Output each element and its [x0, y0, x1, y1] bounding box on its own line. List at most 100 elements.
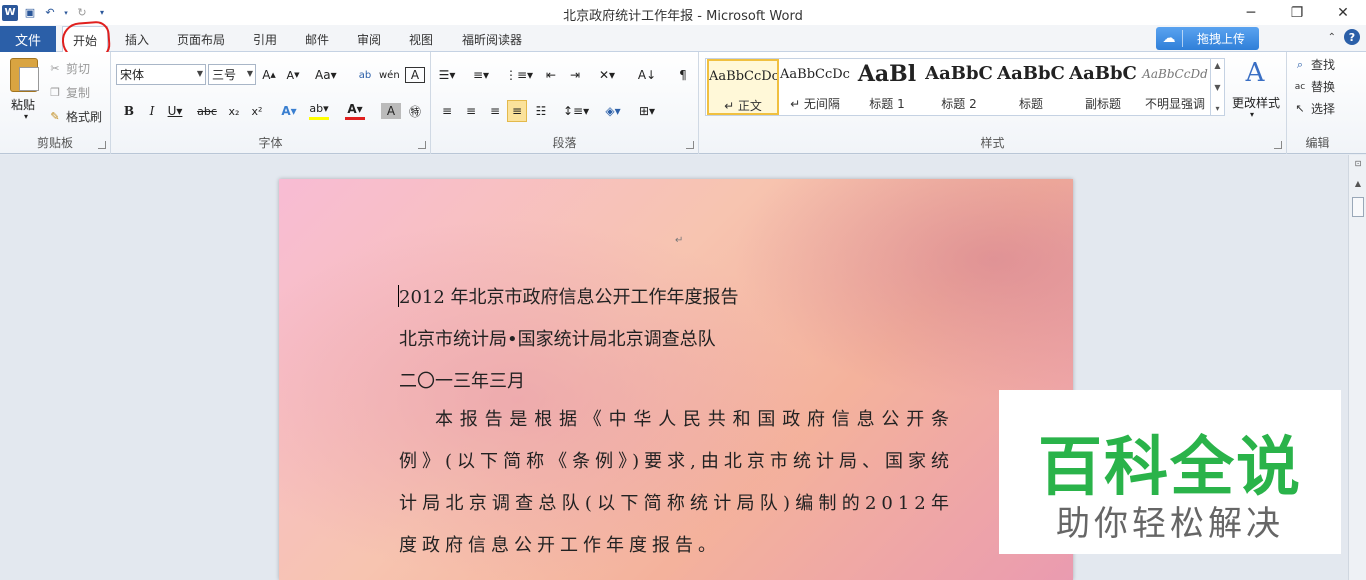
- doc-date-line[interactable]: 二〇一三年三月: [399, 367, 525, 393]
- font-color-button[interactable]: A▾: [345, 100, 365, 120]
- replace-label: 替换: [1311, 80, 1336, 94]
- tab-file[interactable]: 文件: [0, 26, 56, 52]
- change-case-button[interactable]: Aa▾: [315, 64, 337, 86]
- font-size-combo[interactable]: 三号 ▼: [208, 64, 256, 85]
- doc-body-paragraph[interactable]: 本报告是根据《中华人民共和国政府信息公开条例》(以下简称《条例》)要求,由北京市…: [399, 399, 954, 567]
- ruler-toggle-icon[interactable]: ⊡: [1352, 159, 1364, 171]
- vertical-scrollbar[interactable]: ⊡ ▲: [1348, 155, 1366, 580]
- gallery-scroll[interactable]: ▲ ▼ ▾: [1210, 59, 1224, 115]
- style-sample: AaBbCcDc: [780, 67, 850, 82]
- highlight-button[interactable]: ab▾: [309, 100, 329, 120]
- style-subtle-emphasis[interactable]: AaBbCcDd 不明显强调: [1139, 59, 1211, 115]
- style-subtitle[interactable]: AaBbC 副标题: [1067, 59, 1139, 115]
- collapse-ribbon-icon[interactable]: ⌃: [1328, 32, 1336, 43]
- close-button[interactable]: ✕: [1320, 0, 1366, 25]
- undo-dropdown-icon[interactable]: ▾: [62, 5, 70, 21]
- decrease-indent-icon[interactable]: ⇤: [541, 64, 561, 86]
- subscript-button[interactable]: x₂: [224, 100, 244, 122]
- chinese-layout-button[interactable]: ✕▾: [597, 64, 617, 86]
- font-launcher-icon[interactable]: [418, 141, 426, 149]
- shrink-font-button[interactable]: A ▼: [283, 64, 303, 86]
- scissors-icon: ✂: [50, 62, 60, 75]
- align-right-icon[interactable]: ≡: [485, 100, 505, 122]
- tab-foxit-reader[interactable]: 福昕阅读器: [452, 26, 532, 52]
- tab-review[interactable]: 审阅: [348, 26, 390, 52]
- copy-icon: ❐: [50, 86, 60, 99]
- change-styles-dropdown-icon[interactable]: ▾: [1250, 110, 1254, 119]
- tab-mailings[interactable]: 邮件: [296, 26, 338, 52]
- sort-icon[interactable]: A↓: [637, 64, 657, 86]
- restore-button[interactable]: ❐: [1274, 0, 1320, 25]
- styles-group-label: 样式: [980, 136, 1005, 150]
- tab-references[interactable]: 引用: [244, 26, 286, 52]
- style-title[interactable]: AaBbC 标题: [995, 59, 1067, 115]
- enclose-char-icon[interactable]: wén: [379, 64, 400, 86]
- shading-button[interactable]: ◈▾: [603, 100, 623, 122]
- strikethrough-button[interactable]: abc: [197, 100, 217, 122]
- line-spacing-button[interactable]: ↕≡▾: [563, 100, 589, 122]
- italic-button[interactable]: I: [142, 100, 162, 122]
- doc-title-line[interactable]: 2012 年北京市政府信息公开工作年度报告: [399, 283, 739, 309]
- chevron-up-icon[interactable]: ▲: [1214, 61, 1220, 70]
- clipboard-launcher-icon[interactable]: [98, 141, 106, 149]
- window-controls: ─ ❐ ✕: [1228, 0, 1366, 25]
- increase-indent-icon[interactable]: ⇥: [565, 64, 585, 86]
- tab-insert[interactable]: 插入: [116, 26, 158, 52]
- document-page[interactable]: ↵ 2012 年北京市政府信息公开工作年度报告 北京市统计局•国家统计局北京调查…: [279, 179, 1073, 580]
- replace-button[interactable]: ac 替换: [1293, 78, 1335, 95]
- grow-font-button[interactable]: A ▲: [259, 64, 279, 86]
- style-heading-1[interactable]: AaBl 标题 1: [851, 59, 923, 115]
- help-icon[interactable]: ?: [1344, 29, 1360, 45]
- word-app-icon[interactable]: W: [2, 4, 18, 21]
- phonetic-guide-icon[interactable]: ab: [355, 64, 375, 86]
- font-size-value: 三号: [212, 68, 237, 82]
- customize-qat-icon[interactable]: ▾: [94, 5, 110, 21]
- format-painter-button[interactable]: ✎ 格式刷: [48, 108, 102, 125]
- bold-button[interactable]: B: [119, 100, 139, 122]
- align-left-icon[interactable]: ≡: [437, 100, 457, 122]
- bullets-button[interactable]: ☰▾: [437, 64, 457, 86]
- numbering-button[interactable]: ≡▾: [471, 64, 491, 86]
- chevron-down-icon[interactable]: ▼: [1214, 83, 1220, 92]
- align-center-icon[interactable]: ≡: [461, 100, 481, 122]
- enclosed-char-icon[interactable]: ㊕: [405, 100, 425, 122]
- tab-view[interactable]: 视图: [400, 26, 442, 52]
- char-border-icon[interactable]: A: [405, 67, 425, 83]
- superscript-button[interactable]: x²: [247, 100, 267, 122]
- save-icon[interactable]: ▣: [22, 5, 38, 21]
- styles-launcher-icon[interactable]: [1274, 141, 1282, 149]
- copy-button[interactable]: ❐ 复制: [48, 84, 90, 101]
- style-no-spacing[interactable]: AaBbCcDc ↵ 无间隔: [779, 59, 851, 115]
- scroll-thumb[interactable]: [1352, 197, 1364, 217]
- find-label: 查找: [1311, 58, 1336, 72]
- text-effects-button[interactable]: A▾: [279, 100, 299, 122]
- replace-icon: ac: [1294, 81, 1306, 92]
- style-heading-2[interactable]: AaBbC 标题 2: [923, 59, 995, 115]
- style-normal[interactable]: AaBbCcDc ↵ 正文: [707, 59, 779, 115]
- change-styles-label[interactable]: 更改样式: [1230, 94, 1282, 111]
- minimize-button[interactable]: ─: [1228, 0, 1274, 25]
- undo-icon[interactable]: ↶: [42, 5, 58, 21]
- tab-page-layout[interactable]: 页面布局: [168, 26, 234, 52]
- justify-icon[interactable]: ≡: [507, 100, 527, 122]
- distributed-icon[interactable]: ☷: [531, 100, 551, 122]
- select-button[interactable]: ↖ 选择: [1293, 100, 1335, 117]
- paragraph-launcher-icon[interactable]: [686, 141, 694, 149]
- font-name-combo[interactable]: 宋体 ▼: [116, 64, 206, 85]
- font-group-label: 字体: [258, 136, 283, 150]
- show-marks-icon[interactable]: ¶: [673, 64, 693, 86]
- redo-icon[interactable]: ↻: [74, 5, 90, 21]
- cut-button[interactable]: ✂ 剪切: [48, 60, 90, 77]
- paste-icon[interactable]: [10, 58, 39, 92]
- borders-button[interactable]: ⊞▾: [637, 100, 657, 122]
- underline-button[interactable]: U▾: [165, 100, 185, 122]
- drag-upload-button[interactable]: ☁ 拖拽上传: [1156, 27, 1259, 50]
- char-shading-icon[interactable]: A: [381, 103, 401, 119]
- change-styles-icon[interactable]: A: [1234, 58, 1276, 88]
- doc-author-line[interactable]: 北京市统计局•国家统计局北京调查总队: [399, 325, 716, 351]
- more-styles-icon[interactable]: ▾: [1215, 104, 1219, 113]
- find-button[interactable]: ⌕ 查找: [1293, 56, 1335, 73]
- scroll-up-icon[interactable]: ▲: [1352, 179, 1364, 191]
- paste-dropdown-icon[interactable]: ▾: [16, 110, 36, 122]
- multilevel-list-button[interactable]: ⋮≡▾: [505, 64, 533, 86]
